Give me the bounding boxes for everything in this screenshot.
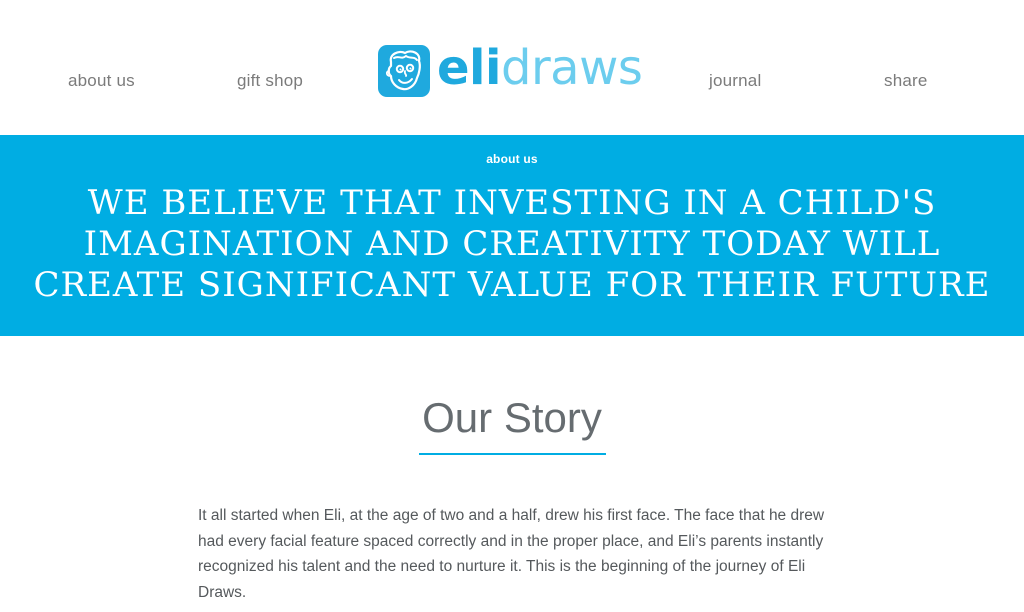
logo-wordmark: elidraws [437, 38, 643, 98]
nav-gift-shop[interactable]: gift shop [237, 70, 303, 92]
site-header: about us gift shop elidraws journal shar… [0, 0, 1024, 135]
site-logo[interactable]: elidraws [377, 40, 643, 100]
story-body: It all started when Eli, at the age of t… [198, 507, 825, 601]
banner-section-label: about us [486, 152, 538, 166]
nav-about-us[interactable]: about us [68, 70, 135, 92]
boy-face-logo-icon [378, 45, 430, 97]
nav-share[interactable]: share [884, 70, 928, 92]
story-title-underline [419, 453, 606, 455]
nav-journal[interactable]: journal [709, 70, 761, 92]
story-title: Our Story [422, 394, 602, 441]
logo-wordmark-eli: eli [437, 40, 501, 96]
hero-banner: about us We believe that investing in a … [0, 135, 1024, 336]
logo-wordmark-draws: draws [500, 40, 643, 96]
banner-headline: We believe that investing in a child's i… [33, 183, 991, 305]
